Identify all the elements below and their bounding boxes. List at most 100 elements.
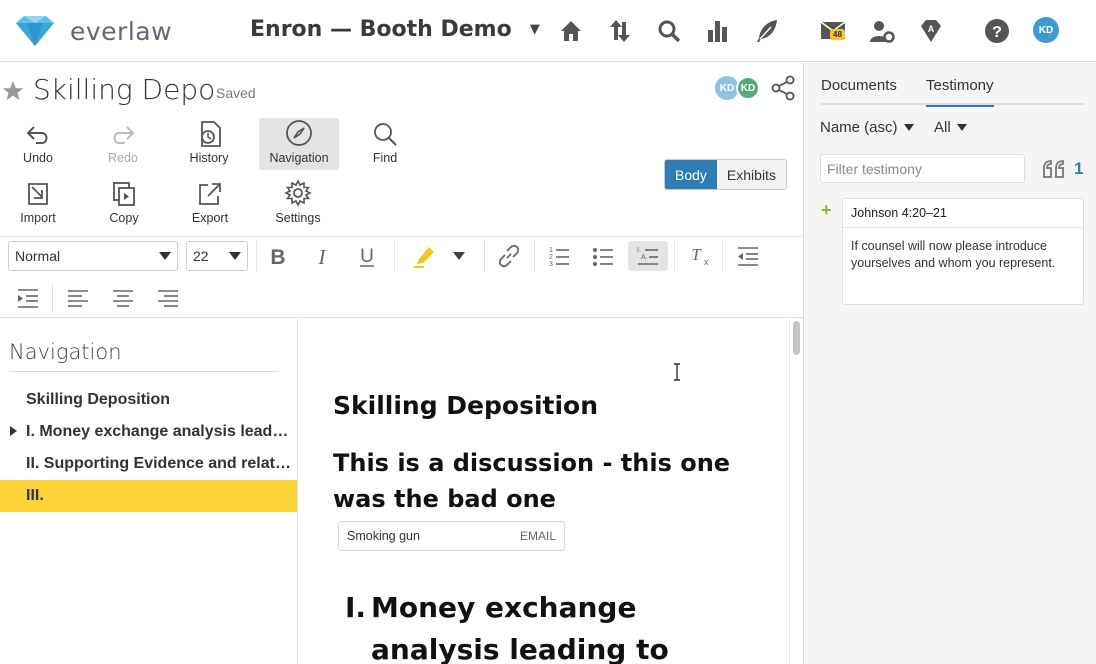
svg-text:T: T: [691, 245, 702, 264]
copy-icon: [113, 182, 135, 206]
panel-tabs: Documents Testimony: [821, 77, 1084, 107]
nav-item[interactable]: II. Supporting Evidence and related: [0, 448, 297, 480]
bar-chart-icon[interactable]: [705, 18, 731, 44]
import-label: Import: [20, 211, 56, 225]
section-heading-line[interactable]: was the bad one: [333, 485, 556, 513]
copy-button[interactable]: Copy: [84, 178, 164, 230]
project-selector[interactable]: Enron — Booth Demo ▼: [250, 17, 540, 42]
section-heading-line[interactable]: This is a discussion - this one: [333, 449, 730, 477]
add-testimony-icon[interactable]: +: [821, 200, 832, 221]
chevron-down-icon: ▼: [529, 22, 540, 37]
outline-list-button[interactable]: I. A.: [628, 241, 668, 271]
scope-dropdown[interactable]: All: [934, 119, 967, 136]
outline-heading-line[interactable]: Money exchange: [371, 591, 636, 624]
tab-testimony[interactable]: Testimony: [926, 77, 994, 107]
nav-item[interactable]: Skilling Deposition: [0, 384, 297, 416]
sort-dropdown[interactable]: Name (asc): [820, 119, 914, 136]
find-button[interactable]: Find: [345, 118, 425, 170]
nav-item[interactable]: I. Money exchange analysis leading to: [0, 416, 297, 448]
filter-testimony-input[interactable]: Filter testimony: [820, 154, 1025, 183]
navigation-pane: Navigation Skilling Deposition I. Money …: [0, 319, 298, 664]
user-gear-icon[interactable]: [869, 18, 895, 44]
outline-number: I.: [345, 591, 367, 624]
expand-arrow-icon[interactable]: [10, 426, 17, 436]
numbered-list-button[interactable]: 123: [544, 241, 574, 271]
underline-button[interactable]: U: [352, 241, 382, 271]
indent-button[interactable]: [13, 283, 43, 313]
import-button[interactable]: Import: [0, 178, 78, 230]
history-button[interactable]: History: [169, 118, 249, 170]
svg-text:3: 3: [549, 261, 553, 268]
paragraph-style-select[interactable]: Normal: [8, 241, 178, 271]
clear-formatting-button[interactable]: Tx: [684, 241, 714, 271]
align-center-button[interactable]: [108, 283, 138, 313]
navigation-heading: Navigation: [9, 340, 122, 364]
home-icon[interactable]: [558, 18, 584, 44]
body-tab[interactable]: Body: [665, 160, 717, 189]
undo-label: Undo: [23, 151, 53, 165]
highlight-color-dropdown[interactable]: [444, 241, 474, 271]
svg-text:2: 2: [549, 254, 553, 261]
italic-button[interactable]: I: [307, 241, 337, 271]
svg-text:B: B: [270, 246, 285, 267]
document-title-row: Skilling Depo Saved KD KD: [0, 63, 803, 115]
tab-documents[interactable]: Documents: [821, 77, 897, 105]
exhibit-tag[interactable]: Smoking gun EMAIL: [338, 521, 565, 551]
settings-button[interactable]: Settings: [258, 178, 338, 230]
scrollbar-thumb[interactable]: [793, 321, 800, 355]
export-label: Export: [191, 211, 229, 225]
link-icon: [498, 244, 520, 268]
bullet-list-button[interactable]: [588, 241, 618, 271]
outline-list-icon: I.A.: [637, 247, 658, 265]
bold-icon: B: [270, 246, 285, 267]
testimony-text: If counsel will now please introduce you…: [851, 239, 1056, 270]
svg-text:1: 1: [549, 247, 553, 254]
redo-icon: [113, 126, 135, 144]
nav-item-selected[interactable]: III.: [0, 480, 297, 512]
vertical-scrollbar[interactable]: [789, 319, 803, 664]
export-icon: [199, 183, 221, 205]
outdent-icon: [738, 247, 758, 266]
star-icon[interactable]: [2, 80, 24, 102]
font-size-select[interactable]: 22: [186, 241, 248, 271]
bold-button[interactable]: B: [263, 241, 293, 271]
exhibits-tab[interactable]: Exhibits: [716, 160, 786, 189]
document-body[interactable]: Skilling Deposition This is a discussion…: [299, 319, 789, 664]
align-left-button[interactable]: [63, 283, 93, 313]
testimony-card[interactable]: Johnson 4:20–21 If counsel will now plea…: [842, 198, 1084, 305]
magnifier-icon: [374, 123, 397, 146]
sort-value: Name (asc): [820, 119, 898, 136]
everlaw-logo[interactable]: everlaw: [12, 13, 192, 49]
chevron-down-icon: [159, 252, 171, 260]
find-label: Find: [372, 151, 398, 165]
redo-button[interactable]: Redo: [83, 118, 163, 170]
outline-heading-line[interactable]: analysis leading to: [371, 633, 669, 664]
updown-arrows-icon[interactable]: [607, 18, 633, 44]
nav-item-label: III.: [26, 487, 44, 504]
document-title-heading[interactable]: Skilling Deposition: [333, 391, 598, 420]
italic-icon: I: [318, 245, 327, 267]
help-icon[interactable]: ?: [984, 18, 1010, 44]
link-button[interactable]: [494, 241, 524, 271]
export-button[interactable]: Export: [170, 178, 250, 230]
user-avatar[interactable]: KD: [1033, 17, 1059, 43]
diamond-badge-icon[interactable]: A: [918, 18, 944, 44]
paragraph-style-value: Normal: [15, 248, 61, 264]
nav-item-label: I. Money exchange analysis leading to: [26, 423, 291, 440]
share-icon[interactable]: [770, 75, 796, 101]
highlight-button[interactable]: [410, 241, 440, 271]
project-name: Enron — Booth Demo: [250, 17, 512, 42]
feather-pen-icon[interactable]: [754, 18, 780, 44]
highlighter-icon: [414, 247, 434, 268]
font-size-value: 22: [193, 248, 209, 264]
underline-icon: U: [360, 246, 374, 267]
search-icon[interactable]: [656, 18, 682, 44]
svg-text:I.: I.: [637, 247, 641, 254]
top-navbar: everlaw Enron — Booth Demo ▼ 48 A ? KD: [0, 0, 1096, 62]
document-title[interactable]: Skilling Depo: [33, 73, 215, 106]
navigation-button[interactable]: Navigation: [259, 118, 339, 170]
undo-button[interactable]: Undo: [0, 118, 78, 170]
body-exhibits-toggle: Body Exhibits: [664, 159, 787, 190]
outdent-button[interactable]: [733, 241, 763, 271]
align-right-button[interactable]: [153, 283, 183, 313]
